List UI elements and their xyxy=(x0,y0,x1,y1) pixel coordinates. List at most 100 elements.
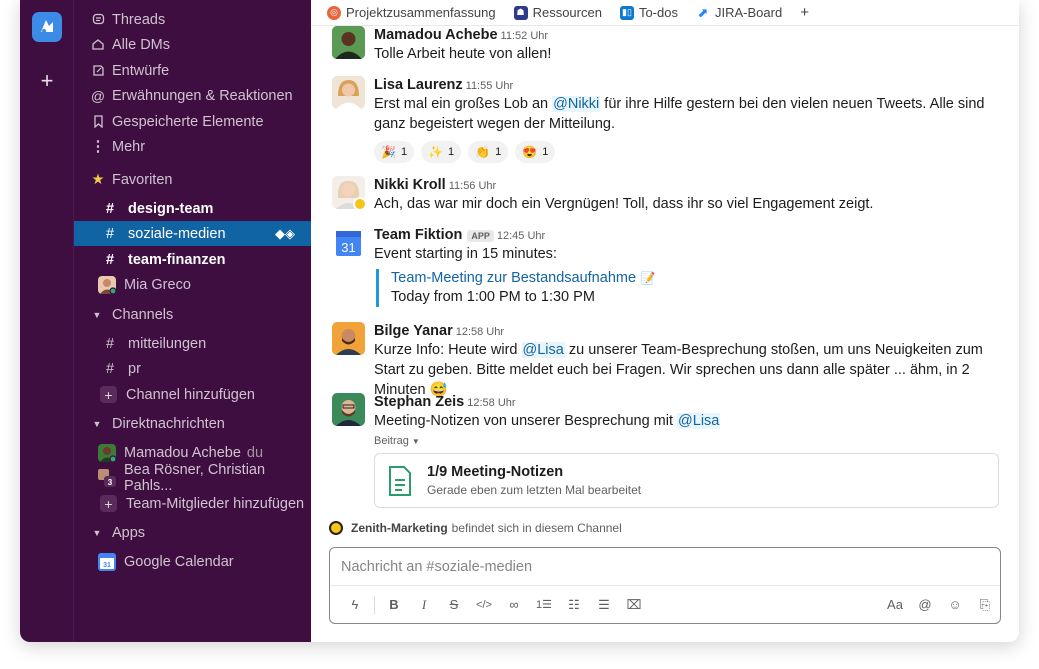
timestamp[interactable]: 11:55 Uhr xyxy=(466,80,514,92)
block-quote-icon[interactable]: ☰ xyxy=(589,592,619,618)
attachment-icon[interactable]: ⎘ xyxy=(970,592,1000,618)
reaction-button[interactable]: 🎉 1 xyxy=(374,141,415,163)
app-window: + Threads Alle DMs Entwürfe @ Erwähnunge… xyxy=(20,0,1019,642)
sender-name[interactable]: Nikki Kroll xyxy=(374,177,446,193)
sidebar-item-entwuerfe[interactable]: Entwürfe xyxy=(74,58,311,83)
message: Mamadou Achebe 11:52 Uhr Tolle Arbeit heu… xyxy=(332,26,999,64)
message-text: Ach, das war mir doch ein Vergnügen! Tol… xyxy=(374,196,874,212)
status-emoji-icon xyxy=(353,197,365,209)
star-icon: ★ xyxy=(91,171,105,188)
add-members-button[interactable]: + Team-Mitglieder hinzufügen xyxy=(74,491,311,516)
composer-toolbar: ϟ B I S </> ∞ 1☰ ☷ ☰ ⌧ Aa @ ☺ ⎘ xyxy=(330,586,1000,623)
section-direktnachrichten[interactable]: ▼ Direktnachrichten xyxy=(74,411,311,436)
event-card: Team-Meeting zur Bestandsaufnahme 📝 Toda… xyxy=(376,269,999,307)
zenith-logo-icon xyxy=(329,521,343,535)
message: Stephan Zeis 12:58 Uhr Meeting-Notizen vo… xyxy=(332,393,999,508)
hash-icon: # xyxy=(105,225,115,242)
file-subtitle: Gerade eben zum letzten Mal bearbeitet xyxy=(427,483,642,497)
ordered-list-icon[interactable]: 1☰ xyxy=(529,592,559,618)
avatar[interactable] xyxy=(332,76,365,109)
mention-link[interactable]: @Nikki xyxy=(552,96,601,112)
code-icon[interactable]: </> xyxy=(469,592,499,618)
mention-link[interactable]: @Lisa xyxy=(677,413,721,429)
file-card[interactable]: 1/9 Meeting-Notizen Gerade eben zum letz… xyxy=(374,453,999,508)
section-favoriten[interactable]: ★ Favoriten xyxy=(74,167,311,192)
sidebar-item-mitteilungen[interactable]: # mitteilungen xyxy=(74,331,311,356)
threads-icon xyxy=(90,13,106,26)
add-channel-button[interactable]: + Channel hinzufügen xyxy=(74,382,311,407)
sidebar-item-threads[interactable]: Threads xyxy=(74,7,311,32)
hash-icon: # xyxy=(105,335,115,352)
message: Nikki Kroll 11:56 Uhr Ach, das war mir do… xyxy=(332,176,999,214)
sidebar-item-google-calendar[interactable]: 31 Google Calendar xyxy=(74,549,311,574)
attachment-toggle[interactable]: Beitrag ▼ xyxy=(374,435,999,447)
sidebar-item-team-finanzen[interactable]: # team-finanzen xyxy=(74,247,311,272)
sender-name[interactable]: Stephan Zeis xyxy=(374,394,464,410)
message-input[interactable] xyxy=(330,548,1000,586)
link-icon[interactable]: ∞ xyxy=(499,592,529,618)
caret-down-icon: ▼ xyxy=(92,418,102,429)
tab-ressourcen[interactable]: ☗ Ressourcen xyxy=(513,5,602,20)
reaction-button[interactable]: 😍 1 xyxy=(515,141,556,163)
memo-emoji: 📝 xyxy=(640,271,656,285)
avatar[interactable] xyxy=(332,322,365,355)
bold-icon[interactable]: B xyxy=(379,592,409,618)
reaction-button[interactable]: 👏 1 xyxy=(468,141,509,163)
sidebar-item-group-dm[interactable]: 3 Bea Rösner, Christian Pahls... xyxy=(74,462,311,494)
sidebar-item-mia-greco[interactable]: Mia Greco xyxy=(74,272,311,297)
emoji-icon[interactable]: ☺ xyxy=(940,592,970,618)
message-text: Kurze Info: Heute wird @Lisa zu unserer … xyxy=(374,342,983,398)
caret-down-icon: ▼ xyxy=(411,437,420,446)
channel-presence: Zenith-Marketing befindet sich in diesem… xyxy=(329,521,622,535)
sidebar-item-erwaehnungen[interactable]: @ Erwähnungen & Reaktionen xyxy=(74,83,311,108)
avatar[interactable] xyxy=(332,176,365,209)
section-channels[interactable]: ▼ Channels xyxy=(74,302,311,327)
timestamp[interactable]: 11:52 Uhr xyxy=(501,30,549,42)
timestamp[interactable]: 12:45 Uhr xyxy=(497,230,545,242)
sender-name[interactable]: Mamadou Achebe xyxy=(374,27,498,43)
bullet-list-icon[interactable]: ☷ xyxy=(559,592,589,618)
avatar xyxy=(98,443,117,463)
avatar[interactable] xyxy=(332,26,365,59)
timestamp[interactable]: 12:58 Uhr xyxy=(456,326,504,338)
calendar-day: 31 xyxy=(341,240,355,255)
italic-icon[interactable]: I xyxy=(409,592,439,618)
tab-projektzusammenfassung[interactable]: ◎ Projektzusammenfassung xyxy=(327,5,496,20)
sidebar-item-alle-dms[interactable]: Alle DMs xyxy=(74,32,311,57)
timestamp[interactable]: 12:58 Uhr xyxy=(467,397,515,409)
sender-name[interactable]: Bilge Yanar xyxy=(374,323,453,339)
code-block-icon[interactable]: ⌧ xyxy=(619,592,649,618)
sender-name[interactable]: Lisa Laurenz xyxy=(374,77,463,93)
channel-tabs: ◎ Projektzusammenfassung ☗ Ressourcen ▮▯… xyxy=(311,0,1019,26)
mention-link[interactable]: @Lisa xyxy=(521,342,565,358)
section-apps[interactable]: ▼ Apps xyxy=(74,520,311,545)
tab-todos[interactable]: ▮▯ To-dos xyxy=(619,5,678,20)
resources-icon: ☗ xyxy=(513,5,528,20)
reaction-button[interactable]: ✨ 1 xyxy=(421,141,462,163)
workspace-logo-icon[interactable] xyxy=(32,12,62,42)
sender-name[interactable]: Team Fiktion xyxy=(374,227,462,243)
tab-jira-board[interactable]: ⬈ JIRA-Board xyxy=(696,5,783,21)
bookmark-icon xyxy=(90,115,106,128)
plus-icon: + xyxy=(100,495,117,512)
avatar[interactable] xyxy=(332,393,365,426)
hash-icon: # xyxy=(105,360,115,377)
strikethrough-icon[interactable]: S xyxy=(439,592,469,618)
calendar-app-avatar[interactable]: 31 xyxy=(332,226,365,259)
message: Lisa Laurenz 11:55 Uhr Erst mal ein große… xyxy=(332,76,999,163)
event-link[interactable]: Team-Meeting zur Bestandsaufnahme xyxy=(391,270,636,286)
message-composer: ϟ B I S </> ∞ 1☰ ☷ ☰ ⌧ Aa @ ☺ ⎘ xyxy=(329,547,1001,624)
message-text: Event starting in 15 minutes: xyxy=(374,246,557,262)
sidebar-item-soziale-medien[interactable]: # soziale-medien ◆◈ xyxy=(74,221,311,246)
sidebar-item-design-team[interactable]: # design-team xyxy=(74,196,311,221)
shortcuts-icon[interactable]: ϟ xyxy=(340,592,370,618)
add-tab-button[interactable]: + xyxy=(800,4,809,21)
add-workspace-icon[interactable]: + xyxy=(37,70,57,92)
sidebar-item-gespeichert[interactable]: Gespeicherte Elemente xyxy=(74,109,311,134)
document-icon xyxy=(387,465,413,497)
mention-icon[interactable]: @ xyxy=(910,592,940,618)
formatting-icon[interactable]: Aa xyxy=(880,592,910,618)
timestamp[interactable]: 11:56 Uhr xyxy=(449,180,497,192)
sidebar-item-mehr[interactable]: ⋮ Mehr xyxy=(74,134,311,159)
sidebar-item-pr[interactable]: # pr xyxy=(74,356,311,381)
